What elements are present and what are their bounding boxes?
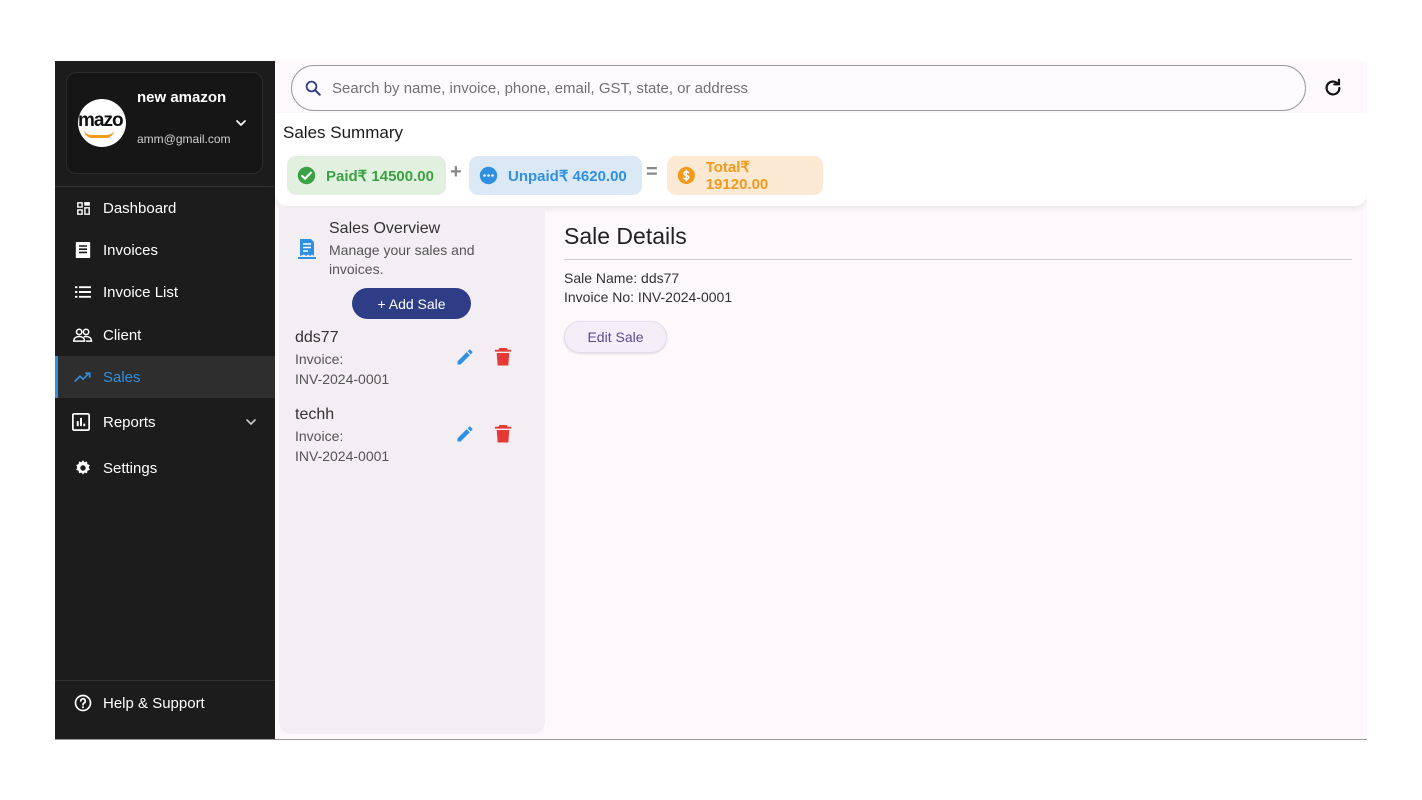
sidebar-item-label: Dashboard xyxy=(103,199,177,217)
sidebar-item-label: Invoice List xyxy=(103,283,179,301)
sales-overview-panel: Sales Overview Manage your sales and inv… xyxy=(279,208,545,734)
sidebar-item-help[interactable]: Help & Support xyxy=(55,682,275,724)
avatar-logo-text: mazo xyxy=(78,110,124,131)
sidebar-item-label: Sales xyxy=(103,368,141,386)
edit-sale-button[interactable]: Edit Sale xyxy=(564,321,667,353)
details-title: Sale Details xyxy=(564,223,687,249)
pending-icon xyxy=(479,166,498,185)
sidebar-item-reports[interactable]: Reports xyxy=(55,401,275,443)
dashboard-icon xyxy=(73,198,93,218)
sidebar-item-client[interactable]: Client xyxy=(55,314,275,356)
chevron-down-icon xyxy=(246,419,256,425)
sidebar-item-label: Reports xyxy=(103,413,156,431)
unpaid-chip[interactable]: Unpaid₹ 4620.00 xyxy=(469,156,642,195)
paid-chip[interactable]: Paid₹ 14500.00 xyxy=(287,156,446,195)
sale-name: techh xyxy=(295,406,335,423)
account-switcher[interactable]: mazo new amazon amm@gmail.com xyxy=(66,72,263,174)
trash-icon[interactable] xyxy=(494,424,512,444)
search-icon xyxy=(305,80,321,96)
total-chip[interactable]: Total₹ 19120.00 xyxy=(667,156,823,195)
search-bar xyxy=(291,65,1306,111)
sidebar-item-label: Invoices xyxy=(103,241,159,259)
account-email: amm@gmail.com xyxy=(137,132,231,146)
sidebar-item-invoice-list[interactable]: Invoice List xyxy=(55,271,275,313)
sidebar: mazo new amazon amm@gmail.com Dashboard … xyxy=(55,61,275,739)
chevron-down-icon[interactable] xyxy=(233,115,249,131)
trending-up-icon xyxy=(73,367,93,387)
sidebar-item-label: Client xyxy=(103,326,142,344)
list-item[interactable]: techh Invoice: INV-2024-0001 xyxy=(295,406,535,476)
add-sale-button[interactable]: + Add Sale xyxy=(352,288,471,319)
invoice-number: INV-2024-0001 xyxy=(295,371,390,387)
receipt-icon xyxy=(298,239,316,259)
pencil-icon[interactable] xyxy=(455,347,475,367)
account-name: new amazon xyxy=(137,89,227,106)
help-icon xyxy=(73,693,93,713)
sidebar-item-settings[interactable]: Settings xyxy=(55,447,275,489)
plus-operator: + xyxy=(450,161,462,183)
sidebar-item-sales[interactable]: Sales xyxy=(55,356,275,398)
pencil-icon[interactable] xyxy=(455,424,475,444)
sidebar-divider xyxy=(55,680,275,681)
trash-icon[interactable] xyxy=(494,347,512,367)
avatar-logo-smile xyxy=(84,130,114,138)
dollar-coin-icon xyxy=(677,166,695,185)
summary-title: Sales Summary xyxy=(283,123,403,142)
paid-amount: Paid₹ 14500.00 xyxy=(326,167,434,185)
gear-icon xyxy=(73,458,93,478)
refresh-icon[interactable] xyxy=(1322,77,1344,99)
overview-subtitle: Manage your sales and invoices. xyxy=(329,242,475,277)
invoice-icon xyxy=(73,240,93,260)
sidebar-item-label: Help & Support xyxy=(103,694,205,712)
sale-details-panel: Sale Details Sale Name: dds77 Invoice No… xyxy=(564,208,1352,728)
invoice-label: Invoice: xyxy=(295,351,344,367)
sidebar-item-invoices[interactable]: Invoices xyxy=(55,229,275,271)
bar-chart-icon xyxy=(71,412,91,432)
list-item[interactable]: dds77 Invoice: INV-2024-0001 xyxy=(295,329,535,399)
check-circle-icon xyxy=(297,166,316,185)
invoice-label: Invoice: xyxy=(295,428,344,444)
detail-invoice-no: Invoice No: INV-2024-0001 xyxy=(564,289,733,305)
search-input[interactable] xyxy=(332,79,1272,97)
sales-summary-card: Sales Summary Paid₹ 14500.00 + Unpaid₹ 4… xyxy=(275,113,1367,206)
overview-title: Sales Overview xyxy=(329,220,441,237)
people-icon xyxy=(73,325,93,345)
list-icon xyxy=(73,282,93,302)
sidebar-item-label: Settings xyxy=(103,459,158,477)
invoice-number: INV-2024-0001 xyxy=(295,448,390,464)
details-divider xyxy=(564,259,1352,260)
total-amount: Total₹ 19120.00 xyxy=(705,159,769,193)
avatar: mazo xyxy=(78,99,126,147)
equals-operator: = xyxy=(646,161,658,183)
unpaid-amount: Unpaid₹ 4620.00 xyxy=(508,167,627,185)
sale-name: dds77 xyxy=(295,329,339,346)
app-window: mazo new amazon amm@gmail.com Dashboard … xyxy=(55,61,1367,740)
sidebar-item-dashboard[interactable]: Dashboard xyxy=(55,187,275,229)
detail-sale-name: Sale Name: dds77 xyxy=(564,270,680,286)
